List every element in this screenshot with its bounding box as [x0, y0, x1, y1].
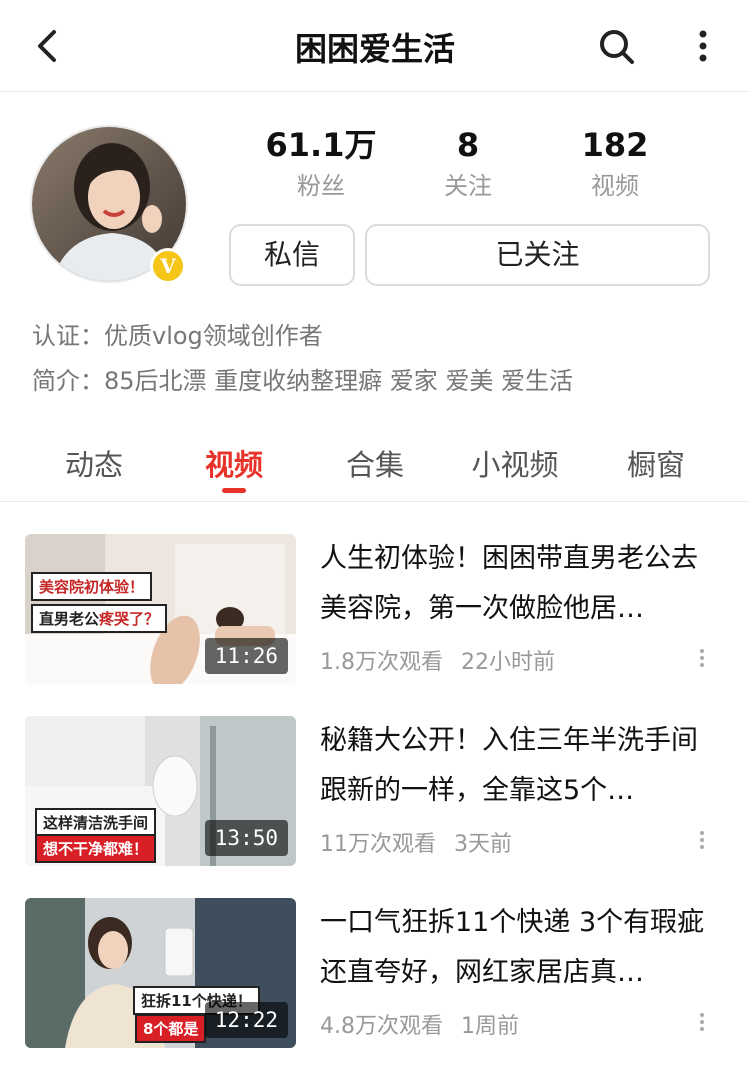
thumbnail-caption-part: 疼哭了？ — [99, 610, 160, 628]
video-thumbnail[interactable]: 这样清洁洗手间 想不干净都难！ 13:50 — [25, 716, 296, 866]
top-nav-bar: 困困爱生活 — [0, 0, 750, 92]
video-duration: 11:26 — [204, 638, 288, 674]
video-duration: 13:50 — [204, 820, 288, 856]
stat-followers[interactable]: 61.1万 粉丝 — [251, 124, 391, 204]
follow-button[interactable]: 已关注 — [365, 224, 710, 286]
view-count: 1.8万次观看 — [320, 650, 443, 675]
following-label: 关注 — [444, 172, 492, 200]
publish-time: 22小时前 — [461, 650, 555, 675]
page-title: 困困爱生活 — [294, 30, 455, 68]
search-icon[interactable] — [596, 26, 636, 66]
more-options-icon[interactable] — [692, 828, 712, 856]
video-meta: 11万次观看 3天前 — [320, 826, 512, 858]
followers-count: 61.1万 — [265, 126, 377, 164]
thumbnail-caption-part: 直男老公 — [39, 610, 100, 628]
intro-text: 简介：85后北漂 重度收纳整理癖 爱家 爱美 爱生活 — [32, 367, 574, 395]
tab-showcase[interactable]: 橱窗 — [586, 442, 726, 484]
thumbnail-caption: 这样清洁洗手间 — [35, 808, 157, 837]
videos-label: 视频 — [591, 172, 639, 200]
verified-badge-icon: V — [150, 248, 186, 284]
publish-time: 3天前 — [454, 832, 512, 857]
stat-videos[interactable]: 182 视频 — [545, 124, 685, 204]
video-meta: 1.8万次观看 22小时前 — [320, 644, 555, 676]
stat-following[interactable]: 8 关注 — [398, 124, 538, 204]
video-title[interactable]: 一口气狂拆11个快递 3个有瑕疵还直夸好，网红家居店真… — [320, 898, 720, 998]
video-list-item[interactable]: 美容院初体验！ 直男老公疼哭了？ 11:26 人生初体验！困困带直男老公去美容院… — [0, 534, 750, 684]
content-tabs: 动态 视频 合集 小视频 橱窗 — [0, 430, 750, 502]
video-title[interactable]: 人生初体验！困困带直男老公去美容院，第一次做脸他居… — [320, 534, 720, 634]
view-count: 11万次观看 — [320, 832, 436, 857]
thumbnail-caption: 直男老公疼哭了？ — [31, 604, 168, 633]
more-options-icon[interactable] — [692, 646, 712, 674]
thumbnail-caption: 8个都是 — [135, 1014, 207, 1043]
followers-label: 粉丝 — [297, 172, 345, 200]
certification-text: 认证：优质vlog领域创作者 — [32, 322, 323, 350]
tab-short-videos[interactable]: 小视频 — [445, 442, 585, 484]
video-thumbnail[interactable]: 美容院初体验！ 直男老公疼哭了？ 11:26 — [25, 534, 296, 684]
tab-videos[interactable]: 视频 — [164, 442, 304, 484]
tab-collections[interactable]: 合集 — [305, 442, 445, 484]
video-list-item[interactable]: 这样清洁洗手间 想不干净都难！ 13:50 秘籍大公开！入住三年半洗手间跟新的一… — [0, 716, 750, 866]
videos-count: 182 — [581, 126, 649, 164]
thumbnail-caption: 美容院初体验！ — [31, 572, 153, 601]
publish-time: 1周前 — [461, 1014, 519, 1039]
active-tab-indicator — [222, 488, 246, 493]
message-button[interactable]: 私信 — [229, 224, 355, 286]
video-duration: 12:22 — [204, 1002, 288, 1038]
view-count: 4.8万次观看 — [320, 1014, 443, 1039]
tab-dynamic[interactable]: 动态 — [24, 442, 164, 484]
more-options-icon[interactable] — [692, 1010, 712, 1038]
more-vertical-icon[interactable] — [688, 26, 718, 66]
video-title[interactable]: 秘籍大公开！入住三年半洗手间跟新的一样，全靠这5个… — [320, 716, 720, 816]
video-list-item[interactable]: 狂拆11个快递！ 8个都是 12:22 一口气狂拆11个快递 3个有瑕疵还直夸好… — [0, 898, 750, 1048]
video-meta: 4.8万次观看 1周前 — [320, 1008, 519, 1040]
following-count: 8 — [456, 126, 480, 164]
thumbnail-caption: 想不干净都难！ — [35, 834, 157, 863]
video-thumbnail[interactable]: 狂拆11个快递！ 8个都是 12:22 — [25, 898, 296, 1048]
